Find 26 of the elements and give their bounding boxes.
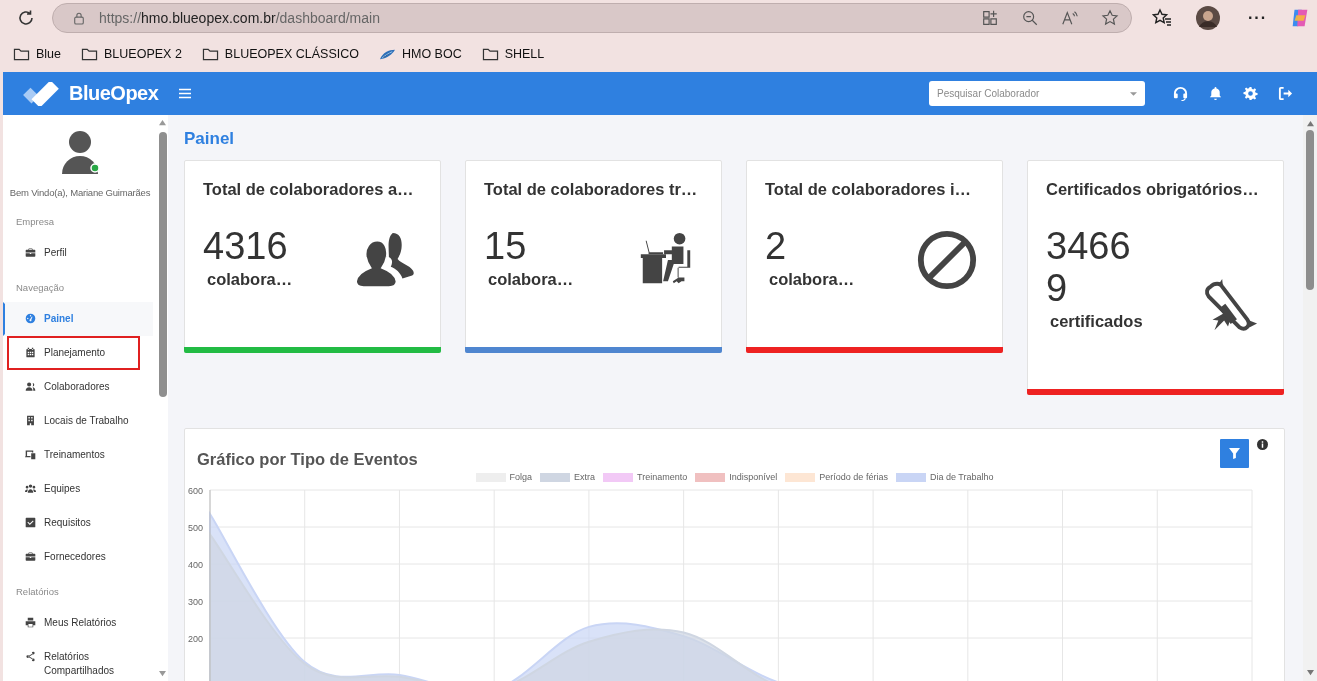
card-title: Certificados obrigatórios… [1045,179,1260,199]
chart-title: Gráfico por Tipo de Eventos [197,450,418,469]
stat-unit: colabora… [768,270,855,289]
url-text: https://hmo.blueopex.com.br/dashboard/main [99,10,380,26]
stat-unit: colabora… [487,270,574,289]
section-heading: Navegação [15,281,66,293]
page-title: Painel [184,129,236,149]
stat-value: 2 [765,225,788,267]
y-tick-label: 500 [187,522,203,533]
section-heading: Empresa [15,215,55,227]
card-title: Total de colaboradores a… [202,179,415,199]
card-title: Total de colaboradores tr… [483,179,699,199]
stat-value: 9 [1046,267,1069,309]
stat-unit: colabora… [206,270,293,289]
brand-name: BlueOpex [69,82,159,105]
card-title: Total de colaboradores i… [764,179,972,199]
stat-unit: certificados [1049,312,1143,331]
stat-value: 15 [484,225,528,267]
y-tick-label: 200 [187,633,203,644]
stat-value: 3466 [1046,225,1132,267]
y-tick-label: 600 [187,485,203,496]
y-tick-label: 400 [187,559,203,570]
y-tick-label: 300 [187,596,203,607]
section-heading: Relatórios [15,585,60,597]
stat-value: 4316 [203,225,289,267]
welcome-text: Bem Vindo(a), Mariane Guimarães [9,187,151,198]
